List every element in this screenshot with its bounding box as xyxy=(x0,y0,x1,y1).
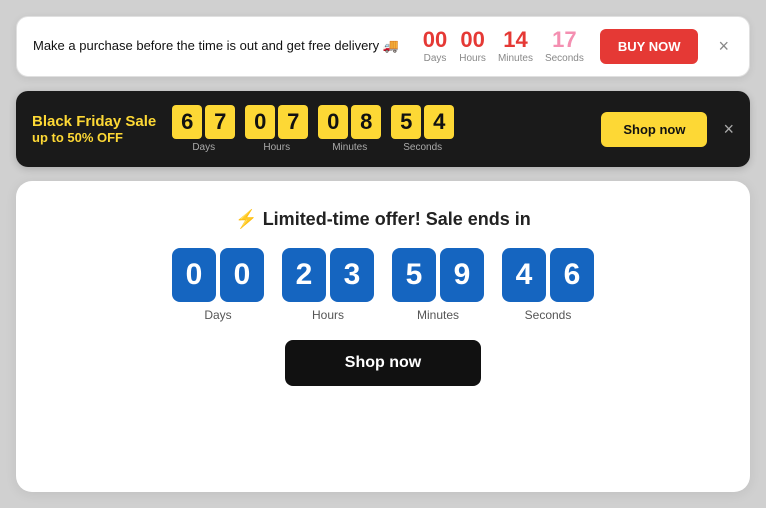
b3-hours-label: Hours xyxy=(312,308,344,322)
b3-seconds-label: Seconds xyxy=(525,308,572,322)
bf-minutes-label: Minutes xyxy=(332,142,367,153)
days-unit: 00 Days xyxy=(423,29,447,64)
close-button-2[interactable]: × xyxy=(723,119,734,140)
bf-seconds-label: Seconds xyxy=(403,142,442,153)
limited-offer-banner: ⚡ Limited-time offer! Sale ends in 0 0 D… xyxy=(16,181,750,492)
notification-text: Make a purchase before the time is out a… xyxy=(33,37,407,55)
b3-minutes-d1: 5 xyxy=(392,248,436,302)
days-label: Days xyxy=(424,53,447,64)
b3-countdown: 0 0 Days 2 3 Hours 5 9 Minutes 4 6 Secon… xyxy=(172,248,594,322)
buy-now-button[interactable]: BUY NOW xyxy=(600,29,699,64)
bf-hours-d1: 0 xyxy=(245,105,275,139)
minutes-unit: 14 Minutes xyxy=(498,29,533,64)
days-value: 00 xyxy=(423,29,447,51)
b3-minutes: 5 9 Minutes xyxy=(392,248,484,322)
b3-days: 0 0 Days xyxy=(172,248,264,322)
b3-minutes-label: Minutes xyxy=(417,308,459,322)
bf-countdown: 6 7 Days 0 7 Hours 0 8 Minutes 5 4 Secon… xyxy=(172,105,585,153)
bf-seconds: 5 4 Seconds xyxy=(391,105,454,153)
b3-seconds-d1: 4 xyxy=(502,248,546,302)
b3-days-d2: 0 xyxy=(220,248,264,302)
bf-seconds-d2: 4 xyxy=(424,105,454,139)
seconds-value: 17 xyxy=(552,29,576,51)
shop-now-button-bf[interactable]: Shop now xyxy=(601,112,707,147)
countdown-timer-1: 00 Days 00 Hours 14 Minutes 17 Seconds xyxy=(423,29,584,64)
b3-seconds: 4 6 Seconds xyxy=(502,248,594,322)
b3-days-d1: 0 xyxy=(172,248,216,302)
lightning-icon: ⚡ xyxy=(235,209,257,229)
b3-seconds-d2: 6 xyxy=(550,248,594,302)
seconds-label: Seconds xyxy=(545,53,584,64)
offer-title: ⚡ Limited-time offer! Sale ends in xyxy=(235,209,530,230)
bf-minutes-d2: 8 xyxy=(351,105,381,139)
bf-title-sub: up to 50% OFF xyxy=(32,130,156,145)
minutes-value: 14 xyxy=(503,29,527,51)
b3-hours: 2 3 Hours xyxy=(282,248,374,322)
hours-value: 00 xyxy=(460,29,484,51)
bf-hours: 0 7 Hours xyxy=(245,105,308,153)
bf-title-block: Black Friday Sale up to 50% OFF xyxy=(32,113,156,145)
bf-days: 6 7 Days xyxy=(172,105,235,153)
minutes-label: Minutes xyxy=(498,53,533,64)
bf-minutes-d1: 0 xyxy=(318,105,348,139)
black-friday-banner: Black Friday Sale up to 50% OFF 6 7 Days… xyxy=(16,91,750,167)
b3-hours-d1: 2 xyxy=(282,248,326,302)
bf-hours-label: Hours xyxy=(263,142,290,153)
b3-hours-d2: 3 xyxy=(330,248,374,302)
bf-days-label: Days xyxy=(192,142,215,153)
offer-title-text: Limited-time offer! Sale ends in xyxy=(263,209,531,229)
bf-minutes: 0 8 Minutes xyxy=(318,105,381,153)
bf-days-d2: 7 xyxy=(205,105,235,139)
b3-days-label: Days xyxy=(204,308,231,322)
bf-days-d1: 6 xyxy=(172,105,202,139)
bf-title-top: Black Friday Sale xyxy=(32,113,156,130)
hours-label: Hours xyxy=(459,53,486,64)
seconds-unit: 17 Seconds xyxy=(545,29,584,64)
shop-now-button-b3[interactable]: Shop now xyxy=(285,340,481,386)
close-button-1[interactable]: × xyxy=(714,36,733,57)
bf-seconds-d1: 5 xyxy=(391,105,421,139)
bf-hours-d2: 7 xyxy=(278,105,308,139)
notification-banner: Make a purchase before the time is out a… xyxy=(16,16,750,77)
b3-minutes-d2: 9 xyxy=(440,248,484,302)
hours-unit: 00 Hours xyxy=(459,29,486,64)
